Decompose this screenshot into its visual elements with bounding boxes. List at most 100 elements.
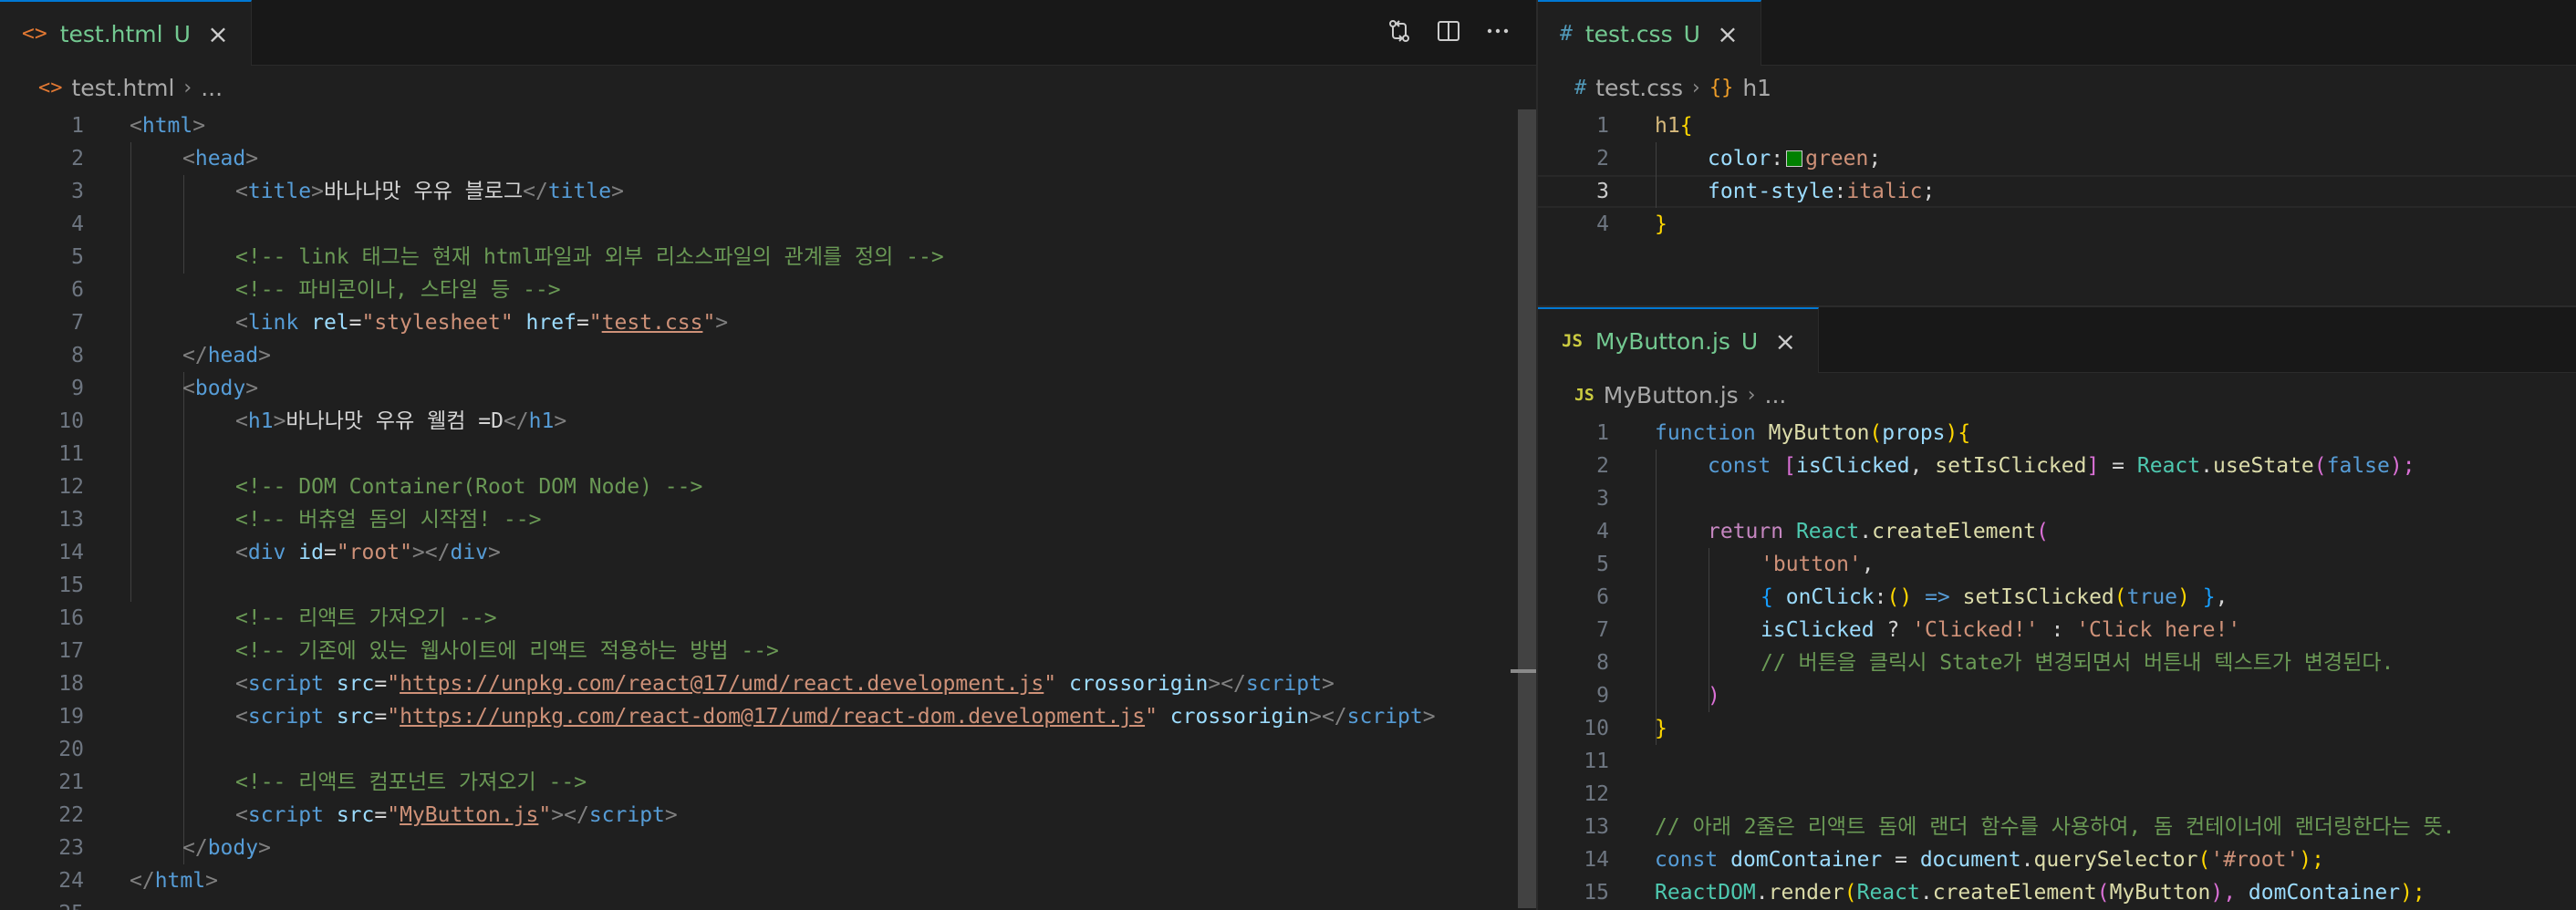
- breadcrumb: # test.css › {} h1: [1538, 66, 2576, 109]
- code-line: }: [1655, 212, 1667, 236]
- line-number: 11: [1584, 750, 1609, 773]
- breadcrumb: JS MyButton.js › ...: [1538, 373, 2576, 417]
- line-number: 16: [58, 606, 84, 630]
- chevron-right-icon: ›: [1692, 76, 1700, 99]
- html-file-icon: <>: [38, 76, 63, 99]
- line-number: 4: [1596, 212, 1609, 236]
- line-number: 15: [1584, 881, 1609, 905]
- code-line: <head>: [182, 147, 259, 171]
- js-editor-group: JS MyButton.js U × JS MyButton.js › ... …: [1538, 307, 2576, 910]
- js-tab-bar: JS MyButton.js U ×: [1538, 307, 2576, 373]
- code-line: <title>바나나맛 우유 블로그</title>: [235, 180, 624, 203]
- js-file-icon: JS: [1574, 385, 1594, 405]
- tab-test-html[interactable]: <> test.html U ×: [0, 0, 252, 66]
- line-number: 6: [71, 278, 84, 302]
- line-number: 4: [1596, 520, 1609, 543]
- line-number: 14: [1584, 848, 1609, 872]
- line-number: 2: [71, 147, 84, 171]
- breadcrumb-file[interactable]: test.html: [72, 75, 175, 101]
- breadcrumb-file[interactable]: test.css: [1595, 75, 1683, 101]
- line-number: 1: [1596, 421, 1609, 445]
- scroll-position-marker: [1511, 669, 1536, 673]
- code-comment: <!-- 기존에 있는 웹사이트에 리액트 적용하는 방법 -->: [235, 639, 779, 663]
- line-number: 10: [58, 409, 84, 433]
- code-comment: <!-- 리액트 컴포넌트 가져오기 -->: [235, 770, 587, 794]
- code-line: 'button',: [1761, 553, 1875, 576]
- line-number: 12: [1584, 782, 1609, 806]
- line-number: 2: [1596, 454, 1609, 478]
- symbol-class-icon: {}: [1709, 76, 1734, 99]
- code-line: ): [1708, 684, 1720, 708]
- line-number: 13: [58, 508, 84, 532]
- line-number: 18: [58, 672, 84, 696]
- line-number: 9: [71, 377, 84, 400]
- line-number: 25: [0, 897, 84, 910]
- code-line: </html>: [130, 869, 218, 893]
- line-number: 1: [71, 114, 84, 138]
- code-line: function MyButton(props){: [1655, 421, 1971, 445]
- line-number: 23: [58, 836, 84, 860]
- breadcrumb-symbols[interactable]: ...: [1765, 382, 1787, 408]
- untracked-badge: U: [1683, 20, 1700, 47]
- tab-mybutton-js[interactable]: JS MyButton.js U ×: [1538, 307, 1820, 373]
- line-number: 12: [58, 475, 84, 499]
- chevron-right-icon: ›: [1747, 383, 1756, 407]
- more-actions-icon[interactable]: [1481, 15, 1514, 47]
- line-number: 21: [58, 770, 84, 794]
- code-line: <script src="MyButton.js"></script>: [235, 803, 678, 827]
- close-icon[interactable]: ×: [1772, 326, 1798, 357]
- html-code-editor[interactable]: 1 <html> 2 <head> 3 <title>바나나맛 우유 블로그</…: [0, 109, 1536, 910]
- line-number: 15: [58, 574, 84, 597]
- breadcrumb-file[interactable]: MyButton.js: [1604, 382, 1739, 408]
- code-line: <body>: [182, 377, 259, 400]
- code-line: </body>: [182, 836, 271, 860]
- close-icon[interactable]: ×: [1715, 19, 1740, 49]
- untracked-badge: U: [1740, 327, 1759, 355]
- scrollbar-thumb[interactable]: [1518, 109, 1536, 908]
- code-line: return React.createElement(: [1708, 520, 2049, 543]
- line-number: 3: [1596, 487, 1609, 511]
- line-number: 11: [58, 442, 84, 466]
- code-line: color: green;: [1708, 147, 1882, 171]
- code-link[interactable]: https://unpkg.com/react@17/umd/react.dev…: [400, 672, 1044, 696]
- line-number: 1: [1596, 114, 1609, 138]
- tab-test-css[interactable]: # test.css U ×: [1538, 0, 1761, 66]
- split-editor-icon[interactable]: [1432, 15, 1465, 47]
- line-number: 4: [71, 212, 84, 236]
- css-tab-bar: # test.css U ×: [1538, 0, 2576, 66]
- code-link[interactable]: https://unpkg.com/react-dom@17/umd/react…: [400, 705, 1145, 729]
- code-line: ReactDOM.render(React.createElement(MyBu…: [1655, 881, 2425, 905]
- code-line: h1{: [1655, 114, 1693, 138]
- line-number: 9: [1596, 684, 1609, 708]
- code-line: const domContainer = document.querySelec…: [1655, 848, 2324, 872]
- code-comment: <!-- 버츄얼 돔의 시작점! -->: [235, 508, 542, 532]
- line-number: 13: [1584, 815, 1609, 839]
- css-file-icon: #: [1574, 76, 1587, 99]
- color-swatch[interactable]: [1786, 150, 1803, 167]
- close-icon[interactable]: ×: [205, 19, 231, 49]
- code-comment: // 아래 2줄은 리액트 돔에 랜더 함수를 사용하여, 돔 컨테이너에 랜더…: [1655, 815, 2456, 839]
- css-code-editor[interactable]: 1 h1{ 2 color: green; 3 font-style:italic…: [1538, 109, 2576, 305]
- code-link[interactable]: test.css: [602, 311, 703, 335]
- code-line: <script src="https://unpkg.com/react-dom…: [235, 705, 1436, 729]
- code-comment: <!-- link 태그는 현재 html파일과 외부 리소스파일의 관계를 정…: [235, 245, 944, 269]
- line-number: 7: [71, 311, 84, 335]
- html-tab-bar: <> test.html U ×: [0, 0, 1536, 66]
- line-number: 8: [71, 344, 84, 367]
- code-link[interactable]: MyButton.js: [400, 803, 538, 827]
- code-line: isClicked ? 'Clicked!' : 'Click here!': [1761, 618, 2241, 642]
- breadcrumb: <> test.html › ...: [0, 66, 1536, 109]
- tab-label: MyButton.js: [1594, 327, 1730, 355]
- breadcrumb-symbol[interactable]: h1: [1742, 75, 1771, 101]
- code-line: { onClick:() => setIsClicked(true) },: [1761, 585, 2228, 609]
- css-editor-group: # test.css U × # test.css › {} h1 1 h1{ …: [1538, 0, 2576, 305]
- vertical-scrollbar[interactable]: [1511, 109, 1536, 910]
- code-line: <script src="https://unpkg.com/react@17/…: [235, 672, 1335, 696]
- line-number: 19: [58, 705, 84, 729]
- js-code-editor[interactable]: 1 function MyButton(props){ 2 const [isC…: [1538, 417, 2576, 910]
- line-number: 14: [58, 541, 84, 564]
- breadcrumb-symbols[interactable]: ...: [201, 75, 223, 101]
- line-number: 6: [1596, 585, 1609, 609]
- compare-changes-icon[interactable]: [1383, 15, 1416, 47]
- tab-label: test.css: [1584, 20, 1673, 47]
